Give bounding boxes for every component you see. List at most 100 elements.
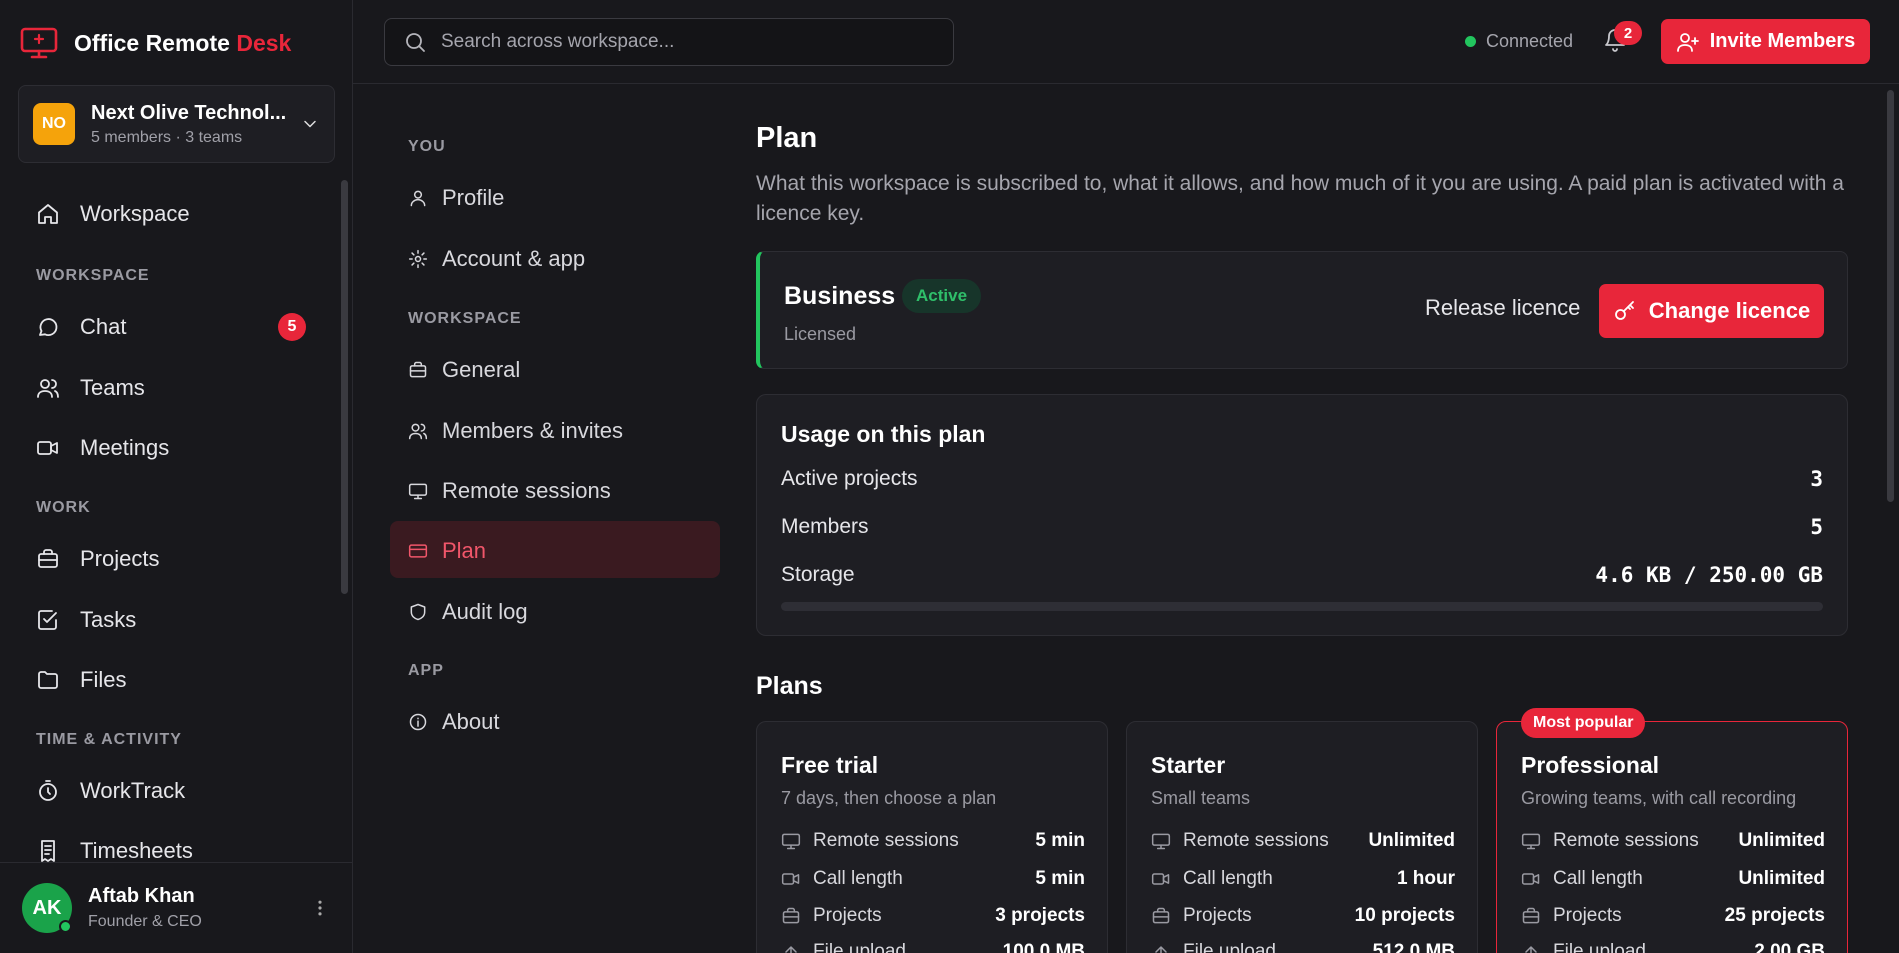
more-vertical-icon[interactable] [310, 898, 330, 918]
checkbox-icon [38, 610, 57, 630]
settings-item-label: Profile [442, 185, 505, 210]
sidebar-item-chat[interactable]: Chat 5 [36, 313, 306, 341]
settings-item-label: Account & app [442, 246, 586, 271]
sidebar-item-tasks[interactable]: Tasks [36, 607, 306, 633]
feature-label: Call length [1183, 868, 1273, 889]
feature-label: File upload [1183, 941, 1276, 953]
plan-feature: File upload 100.0 MB [781, 941, 1085, 953]
settings-item-account[interactable]: Account & app [408, 246, 585, 272]
usage-row-storage: Storage 4.6 KB / 250.00 GB [781, 563, 1823, 587]
plan-feature: Projects 10 projects [1151, 905, 1455, 927]
sidebar-item-files[interactable]: Files [36, 667, 306, 693]
plan-card-starter[interactable]: Starter Small teams Remote sessions Unli… [1126, 721, 1478, 953]
feature-value: 5 min [1035, 830, 1085, 851]
settings-item-members[interactable]: Members & invites [408, 418, 623, 444]
release-licence-button[interactable]: Release licence [1425, 295, 1580, 321]
change-licence-label: Change licence [1648, 298, 1811, 323]
sidebar-item-teams[interactable]: Teams [36, 375, 306, 401]
upload-icon [785, 946, 797, 953]
sidebar-item-label: Chat [80, 314, 127, 339]
chat-unread-badge: 5 [278, 313, 306, 341]
upload-icon [1525, 946, 1537, 953]
change-licence-button[interactable]: Change licence [1599, 284, 1824, 338]
plan-feature: Projects 3 projects [781, 905, 1085, 927]
sidebar-item-projects[interactable]: Projects [36, 546, 306, 572]
page-title: Plan [756, 122, 818, 154]
user-profile-bar[interactable]: AK Aftab Khan Founder & CEO [0, 862, 352, 953]
feature-label: File upload [1553, 941, 1646, 953]
notification-count-badge: 2 [1614, 21, 1642, 45]
invite-members-button[interactable]: Invite Members [1661, 19, 1870, 64]
info-icon [409, 713, 427, 731]
plan-feature: File upload 2.00 GB [1521, 941, 1825, 953]
plan-name: Professional [1521, 752, 1660, 778]
sidebar-item-label: Tasks [80, 607, 137, 632]
settings-item-profile[interactable]: Profile [408, 185, 504, 211]
plan-tagline: Small teams [1151, 788, 1251, 808]
workspace-switcher[interactable]: NO Next Olive Technol... 5 members · 3 t… [18, 85, 335, 163]
feature-label: Remote sessions [1553, 830, 1699, 851]
shield-icon [410, 603, 426, 621]
briefcase-icon [38, 549, 58, 568]
settings-item-audit-log[interactable]: Audit log [408, 599, 528, 625]
sidebar-group-time: TIME & ACTIVITY [36, 731, 182, 748]
brand-name: Office Remote Desk [74, 29, 292, 56]
folder-icon [38, 671, 58, 689]
settings-item-plan[interactable]: Plan [408, 538, 486, 564]
settings-group-workspace: WORKSPACE [408, 310, 522, 327]
chevron-down-icon [304, 120, 316, 128]
sidebar-item-workspace[interactable]: Workspace [36, 201, 306, 227]
usage-label: Members [781, 515, 869, 538]
most-popular-badge: Most popular [1521, 708, 1646, 738]
video-icon [1521, 873, 1540, 885]
sidebar-item-worktrack[interactable]: WorkTrack [36, 778, 306, 804]
connection-status: Connected [1465, 31, 1573, 52]
plan-feature: Remote sessions 5 min [781, 830, 1085, 852]
search-input[interactable] [441, 31, 935, 53]
workspace-avatar: NO [33, 103, 75, 145]
page-description: What this workspace is subscribed to, wh… [756, 172, 1844, 225]
license-plan-name: Business [784, 282, 896, 310]
plans-heading: Plans [756, 672, 823, 700]
plan-feature: Remote sessions Unlimited [1151, 830, 1455, 852]
sidebar-item-label: Timesheets [80, 838, 193, 863]
usage-card: Usage on this plan Active projects 3 Mem… [756, 394, 1848, 636]
plan-feature: File upload 512.0 MB [1151, 941, 1455, 953]
usage-row-projects: Active projects 3 [781, 467, 1823, 491]
plan-card-free-trial[interactable]: Free trial 7 days, then choose a plan Re… [756, 721, 1108, 953]
monitor-logo-icon [20, 27, 58, 59]
sidebar-item-timesheets[interactable]: Timesheets [36, 838, 306, 864]
brand[interactable]: Office Remote Desk [20, 26, 291, 60]
sidebar-item-label: Teams [80, 375, 145, 400]
plan-tagline: 7 days, then choose a plan [781, 788, 997, 808]
settings-item-remote-sessions[interactable]: Remote sessions [408, 478, 611, 504]
monitor-icon [1151, 833, 1171, 850]
sidebar-item-meetings[interactable]: Meetings [36, 435, 306, 461]
top-bar: Connected 2 Invite Members [353, 0, 1899, 84]
sidebar-scrollbar[interactable] [341, 180, 348, 594]
credit-card-icon [408, 544, 428, 558]
gear-icon [408, 249, 428, 269]
search-box[interactable] [384, 18, 954, 66]
settings-item-label: Members & invites [442, 418, 623, 443]
monitor-icon [1521, 833, 1541, 850]
main-scrollbar[interactable] [1887, 90, 1894, 502]
plan-name: Free trial [781, 752, 879, 778]
briefcase-icon [1522, 907, 1540, 924]
usage-value: 4.6 KB / 250.00 GB [1595, 563, 1823, 587]
settings-item-general[interactable]: General [408, 357, 520, 383]
settings-item-about[interactable]: About [408, 709, 500, 735]
status-dot [1465, 36, 1476, 47]
feature-label: Projects [813, 905, 882, 926]
key-icon [1614, 301, 1634, 320]
sidebar-group-work: WORK [36, 499, 91, 516]
feature-value: Unlimited [1738, 830, 1825, 851]
plan-card-professional[interactable]: Most popular Professional Growing teams,… [1496, 708, 1848, 953]
upload-icon [1155, 946, 1167, 953]
feature-value: 512.0 MB [1372, 941, 1455, 953]
sidebar-group-workspace: WORKSPACE [36, 267, 150, 284]
settings-group-app: APP [408, 662, 444, 679]
chat-bubble-icon [39, 318, 58, 336]
plan-feature: Projects 25 projects [1521, 905, 1825, 927]
settings-item-label: Audit log [442, 599, 528, 624]
